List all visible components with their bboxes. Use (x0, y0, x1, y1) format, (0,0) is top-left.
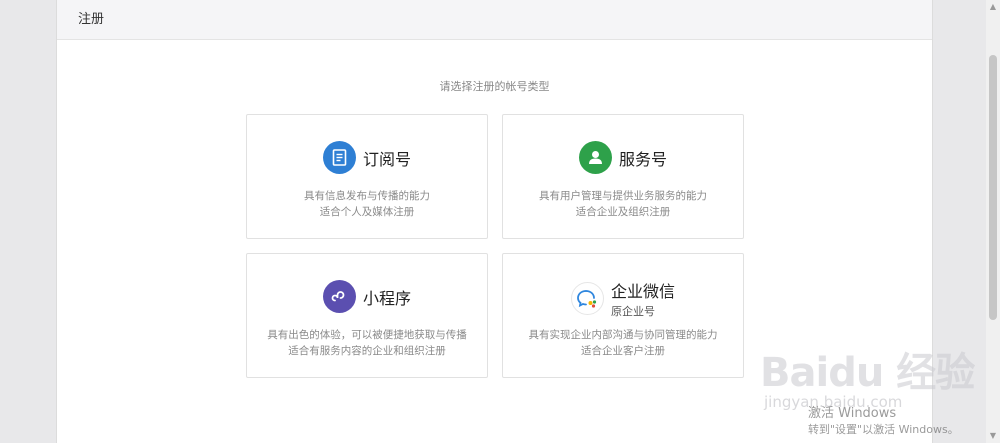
mini-program-card[interactable]: 小程序 具有出色的体验，可以被便捷地获取与传播 适合有服务内容的企业和组织注册 (246, 253, 488, 378)
card-title: 小程序 (362, 288, 411, 308)
miniprogram-icon (322, 280, 356, 313)
card-audience: 适合个人及媒体注册 (319, 206, 415, 218)
scroll-up-icon[interactable]: ▲ (989, 3, 997, 11)
card-audience: 适合有服务内容的企业和组织注册 (288, 345, 446, 357)
card-subtitle: 原企业号 (610, 305, 655, 318)
card-title: 订阅号 (362, 149, 411, 169)
watermark-logo: Baidu 经验 (760, 350, 975, 396)
card-description: 具有用户管理与提供业务服务的能力 (539, 190, 707, 202)
scrollbar-thumb[interactable] (989, 55, 997, 320)
card-audience: 适合企业客户注册 (581, 345, 665, 357)
person-icon (578, 141, 612, 174)
card-audience: 适合企业及组织注册 (575, 206, 671, 218)
wework-card[interactable]: 企业微信 原企业号 具有实现企业内部沟通与协同管理的能力 适合企业客户注册 (502, 253, 744, 378)
card-title: 企业微信 (610, 282, 675, 301)
wework-icon (570, 282, 604, 315)
windows-activation-title: 激活 Windows (808, 406, 897, 421)
card-title: 服务号 (618, 149, 667, 169)
document-icon (322, 141, 356, 174)
vertical-scrollbar[interactable]: ▲ ▼ (986, 0, 1000, 443)
windows-activation-hint: 转到"设置"以激活 Windows。 (808, 423, 959, 436)
account-type-prompt: 请选择注册的帐号类型 (439, 80, 550, 93)
subscription-account-card[interactable]: 订阅号 具有信息发布与传播的能力 适合个人及媒体注册 (246, 114, 488, 239)
card-description: 具有实现企业内部沟通与协同管理的能力 (528, 329, 718, 341)
service-account-card[interactable]: 服务号 具有用户管理与提供业务服务的能力 适合企业及组织注册 (502, 114, 744, 239)
scroll-down-icon[interactable]: ▼ (989, 432, 997, 440)
card-description: 具有信息发布与传播的能力 (304, 190, 430, 202)
page-title: 注册 (57, 0, 932, 40)
card-description: 具有出色的体验，可以被便捷地获取与传播 (267, 329, 467, 341)
